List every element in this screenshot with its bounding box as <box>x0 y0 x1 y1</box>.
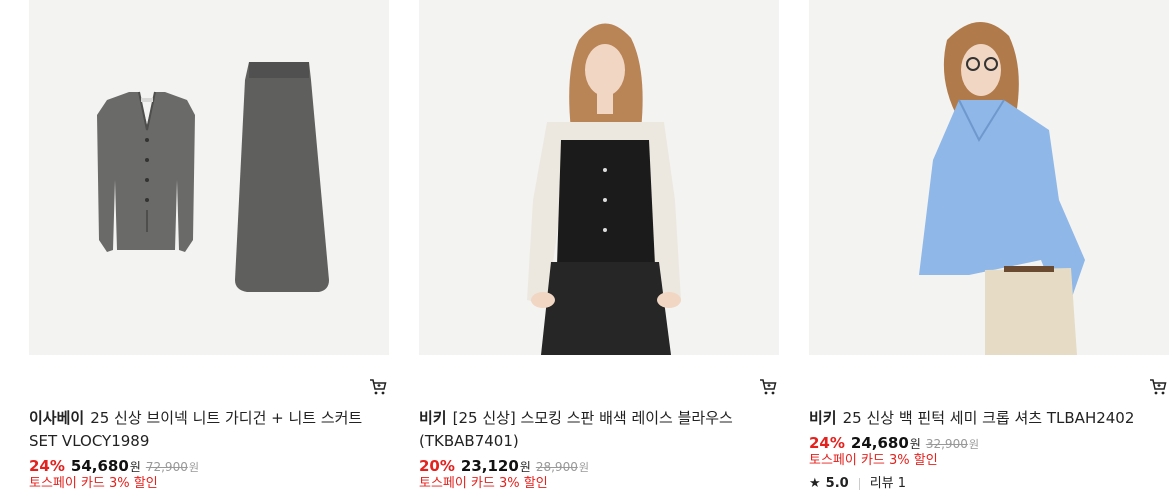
currency-label: 원 <box>129 460 141 474</box>
original-currency-label: 원 <box>968 438 979 451</box>
add-to-cart-icon[interactable] <box>1149 378 1167 396</box>
promo-text: 토스페이 카드 3% 할인 <box>809 453 938 468</box>
product-card[interactable]: 비키 25 신상 백 핀턱 세미 크롭 셔츠 TLBAH2402 24% 24,68… <box>809 0 1169 491</box>
knit-cardigan-skirt-set-image <box>29 0 389 355</box>
product-image[interactable] <box>419 0 779 355</box>
product-card[interactable]: 이사베이 25 신상 브이넥 니트 가디건 + 니트 스커트 SET VLOCY1… <box>29 0 389 491</box>
discount-rate: 24% <box>809 434 845 452</box>
product-title[interactable]: [25 신상] 스모킹 스판 배색 레이스 블라우스 (TKBAB7401) <box>419 409 733 450</box>
currency-label: 원 <box>519 460 531 474</box>
product-image[interactable] <box>809 0 1169 355</box>
original-price: 28,900 <box>535 460 578 474</box>
product-title[interactable]: 25 신상 백 핀턱 세미 크롭 셔츠 TLBAH2402 <box>843 409 1135 427</box>
brand-name[interactable]: 이사베이 <box>29 409 84 427</box>
product-name[interactable]: 이사베이 25 신상 브이넥 니트 가디건 + 니트 스커트 SET VLOCY1… <box>29 407 369 453</box>
add-to-cart-icon[interactable] <box>369 378 387 396</box>
discount-rate: 24% <box>29 457 65 475</box>
rating-score: 5.0 <box>825 476 849 491</box>
divider <box>858 478 860 490</box>
currency-label: 원 <box>909 437 921 451</box>
price-row: 24% 54,680원 72,900원 <box>29 457 199 477</box>
review-count[interactable]: 리뷰 1 <box>870 476 906 492</box>
promo-text: 토스페이 카드 3% 할인 <box>419 476 548 491</box>
blue-shirt-model-image <box>809 0 1169 355</box>
rating-row: ★ 5.0 리뷰 1 <box>809 476 906 492</box>
product-name[interactable]: 비키 25 신상 백 핀턱 세미 크롭 셔츠 TLBAH2402 <box>809 407 1149 430</box>
discount-rate: 20% <box>419 457 455 475</box>
sale-price: 24,680 <box>850 434 909 452</box>
brand-name[interactable]: 비키 <box>419 409 447 427</box>
promo-text: 토스페이 카드 3% 할인 <box>29 476 158 491</box>
original-currency-label: 원 <box>578 461 589 474</box>
star-icon: ★ <box>809 476 821 491</box>
brand-name[interactable]: 비키 <box>809 409 837 427</box>
lace-blouse-model-image <box>419 0 779 355</box>
product-name[interactable]: 비키 [25 신상] 스모킹 스판 배색 레이스 블라우스 (TKBAB7401) <box>419 407 759 453</box>
add-to-cart-icon[interactable] <box>759 378 777 396</box>
product-card[interactable]: 비키 [25 신상] 스모킹 스판 배색 레이스 블라우스 (TKBAB7401)… <box>419 0 779 491</box>
original-price: 72,900 <box>145 460 188 474</box>
product-image[interactable] <box>29 0 389 355</box>
sale-price: 54,680 <box>70 457 129 475</box>
sale-price: 23,120 <box>460 457 519 475</box>
product-grid: 이사베이 25 신상 브이넥 니트 가디건 + 니트 스커트 SET VLOCY1… <box>0 0 1175 491</box>
original-currency-label: 원 <box>188 461 199 474</box>
price-row: 24% 24,680원 32,900원 <box>809 434 979 454</box>
price-row: 20% 23,120원 28,900원 <box>419 457 589 477</box>
original-price: 32,900 <box>925 437 968 451</box>
